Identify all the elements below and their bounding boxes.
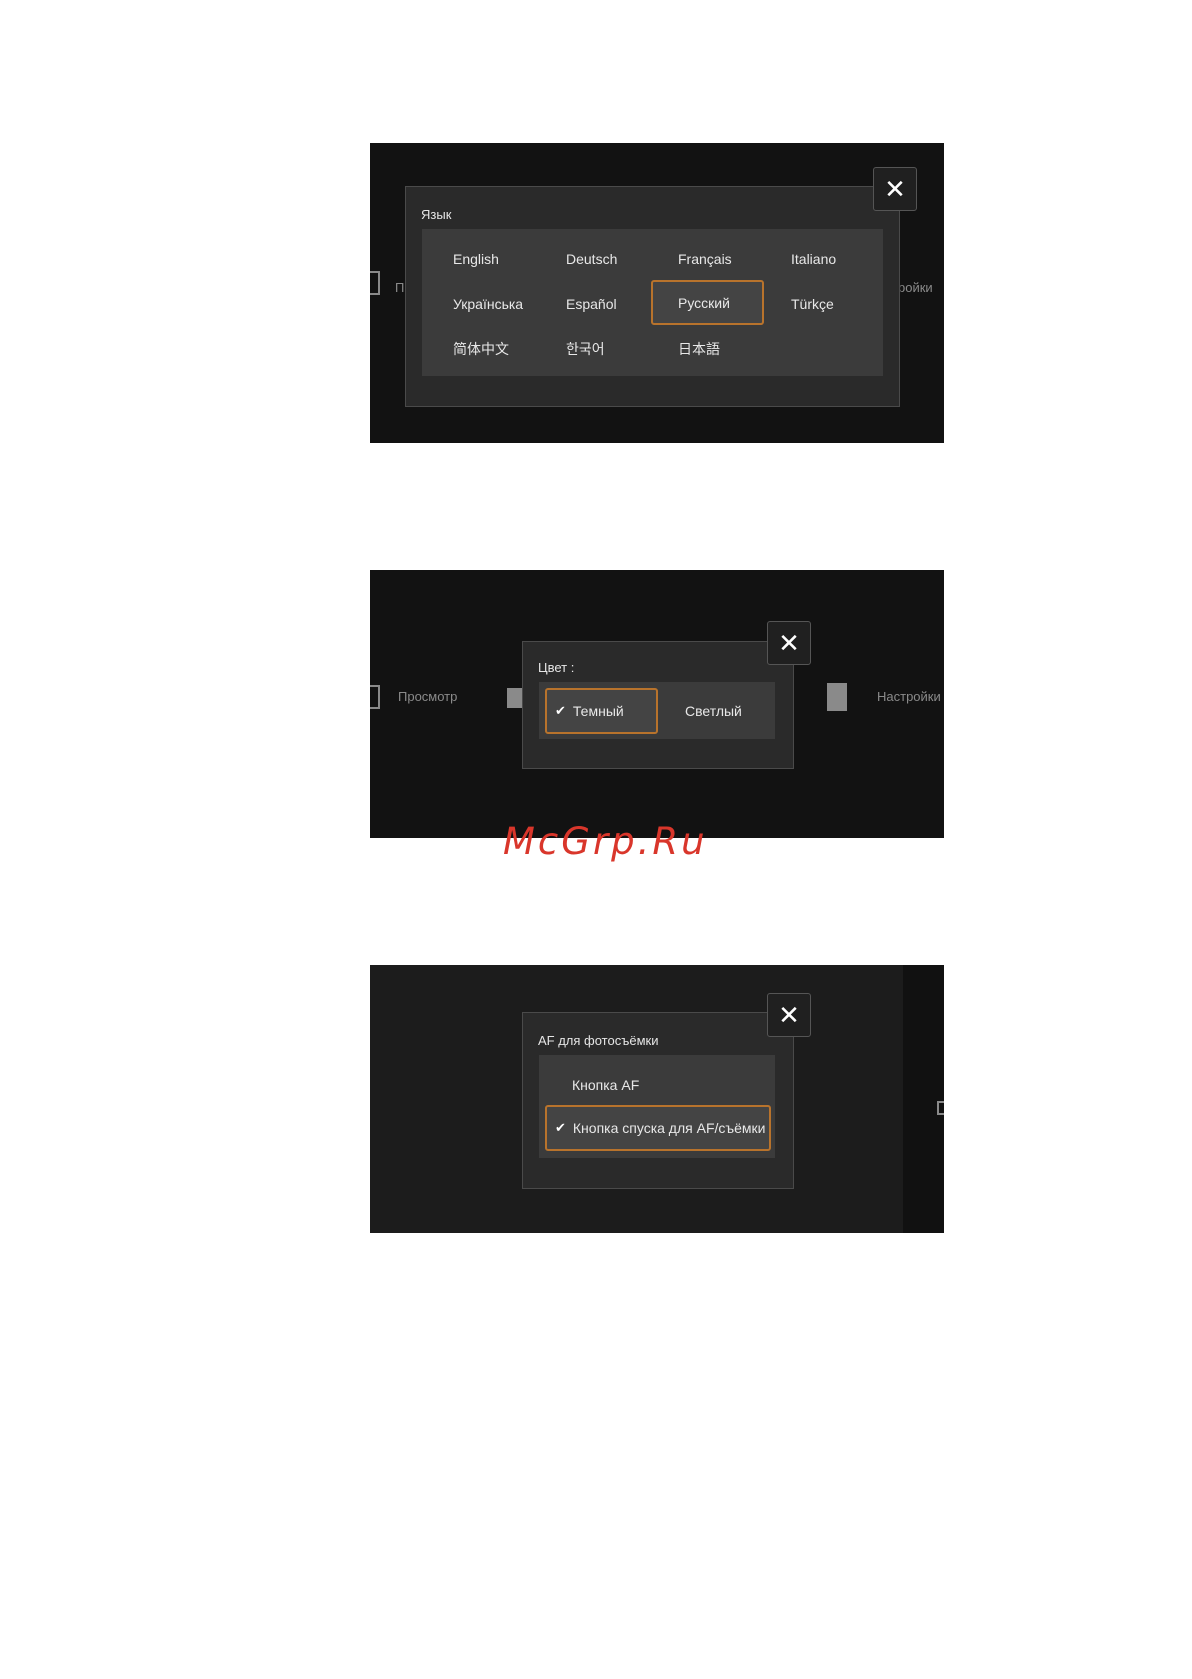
option-label: Кнопка спуска для AF/съёмки xyxy=(572,1120,766,1136)
option-korean[interactable]: 한국어 xyxy=(566,339,605,359)
option-turkce[interactable]: Türkçe xyxy=(791,294,834,314)
option-japanese[interactable]: 日本語 xyxy=(678,339,720,359)
option-francais[interactable]: Français xyxy=(678,249,732,269)
dialog-title: Цвет : xyxy=(538,660,575,675)
option-dark[interactable]: ✔ Темный xyxy=(545,688,658,734)
option-light[interactable]: Светлый xyxy=(685,701,742,721)
bg-label-left: Просмотр xyxy=(398,689,458,704)
color-options-panel: ✔ Темный Светлый xyxy=(539,682,775,739)
option-label: Темный xyxy=(572,703,624,719)
language-dialog: Язык English Deutsch Français Italiano У… xyxy=(405,186,900,407)
option-espanol[interactable]: Español xyxy=(566,294,617,314)
close-button[interactable]: ✕ xyxy=(873,167,917,211)
dialog-title: AF для фотосъёмки xyxy=(538,1033,659,1048)
option-ukrainian[interactable]: Українська xyxy=(453,294,523,314)
option-af-button[interactable]: Кнопка AF xyxy=(572,1075,639,1095)
settings-icon xyxy=(827,683,847,711)
bg-label-right: Настройки xyxy=(877,689,941,704)
partial-icon xyxy=(937,1101,944,1115)
close-button[interactable]: ✕ xyxy=(767,621,811,665)
view-icon xyxy=(370,685,380,709)
color-dialog: Цвет : ✔ Темный Светлый xyxy=(522,641,794,769)
right-panel-strip xyxy=(903,965,944,1233)
option-deutsch[interactable]: Deutsch xyxy=(566,249,617,269)
option-label: Русский xyxy=(678,294,730,311)
dialog-title: Язык xyxy=(421,207,452,222)
option-chinese[interactable]: 简体中文 xyxy=(453,339,509,359)
af-options-panel: Кнопка AF ✔ Кнопка спуска для AF/съёмки xyxy=(539,1055,775,1158)
af-screenshot: AF для фотосъёмки Кнопка AF ✔ Кнопка спу… xyxy=(370,965,944,1233)
option-russian[interactable]: Русский xyxy=(651,280,764,325)
option-english[interactable]: English xyxy=(453,249,499,269)
option-shutter-af[interactable]: ✔ Кнопка спуска для AF/съёмки xyxy=(545,1105,771,1151)
af-dialog: AF для фотосъёмки Кнопка AF ✔ Кнопка спу… xyxy=(522,1012,794,1189)
bg-label-right: ройки xyxy=(898,280,933,295)
watermark-text: McGrp.Ru xyxy=(503,820,708,863)
language-screenshot: П ройки Язык English Deutsch Français It… xyxy=(370,143,944,443)
language-options-panel: English Deutsch Français Italiano Україн… xyxy=(422,229,883,376)
close-button[interactable]: ✕ xyxy=(767,993,811,1037)
option-italiano[interactable]: Italiano xyxy=(791,249,836,269)
view-icon xyxy=(370,271,380,295)
bg-label-left: П xyxy=(395,280,405,295)
check-icon: ✔ xyxy=(555,703,566,718)
color-screenshot: Просмотр Настройки Цвет : ✔ Темный Светл… xyxy=(370,570,944,838)
check-icon: ✔ xyxy=(555,1120,566,1135)
